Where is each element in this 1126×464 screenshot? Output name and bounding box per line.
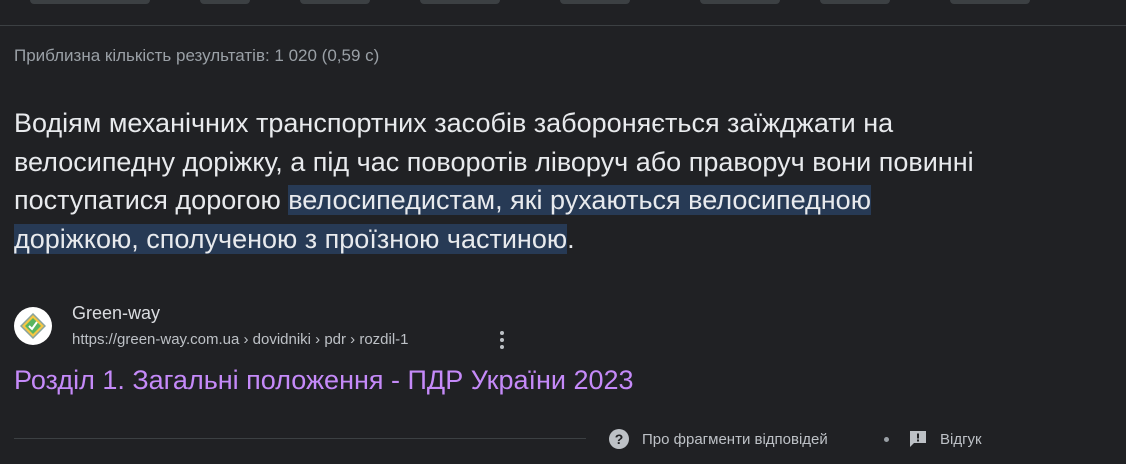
svg-text:?: ? xyxy=(615,431,624,447)
tabs-divider xyxy=(0,25,1126,26)
feedback-label: Відгук xyxy=(940,430,982,448)
site-name: Green-way xyxy=(72,303,161,323)
search-tab[interactable] xyxy=(820,0,890,4)
feedback-button[interactable]: Відгук xyxy=(908,428,982,450)
search-tab[interactable] xyxy=(420,0,500,4)
snippet-help-button[interactable]: ? Про фрагменти відповідей xyxy=(608,428,828,450)
footer-divider xyxy=(14,438,586,439)
help-label: Про фрагменти відповідей xyxy=(642,430,828,448)
help-icon: ? xyxy=(609,429,629,449)
search-tab[interactable] xyxy=(700,0,780,4)
search-tab[interactable] xyxy=(200,0,250,4)
snippet-text-end: . xyxy=(567,223,575,254)
result-title-link[interactable]: Розділ 1. Загальні положення - ПДР Украї… xyxy=(14,365,634,396)
search-tab[interactable] xyxy=(300,0,370,4)
feedback-icon xyxy=(910,431,926,447)
result-stats: Приблизна кількість результатів: 1 020 (… xyxy=(14,46,380,65)
search-tab[interactable] xyxy=(30,0,150,4)
search-tab[interactable] xyxy=(560,0,630,4)
more-vert-icon[interactable] xyxy=(494,329,510,351)
result-source[interactable]: Green-way https://green-way.com.ua › dov… xyxy=(14,303,614,351)
search-tabs-bar xyxy=(0,0,1126,26)
featured-snippet-text: Водіям механічних транспортних засобів з… xyxy=(14,104,974,258)
footer-separator xyxy=(884,437,889,442)
search-tab[interactable] xyxy=(950,0,1030,4)
green-way-logo-icon xyxy=(14,307,52,345)
search-results-page: Приблизна кількість результатів: 1 020 (… xyxy=(0,0,1126,464)
site-url: https://green-way.com.ua › dovidniki › p… xyxy=(72,331,409,348)
